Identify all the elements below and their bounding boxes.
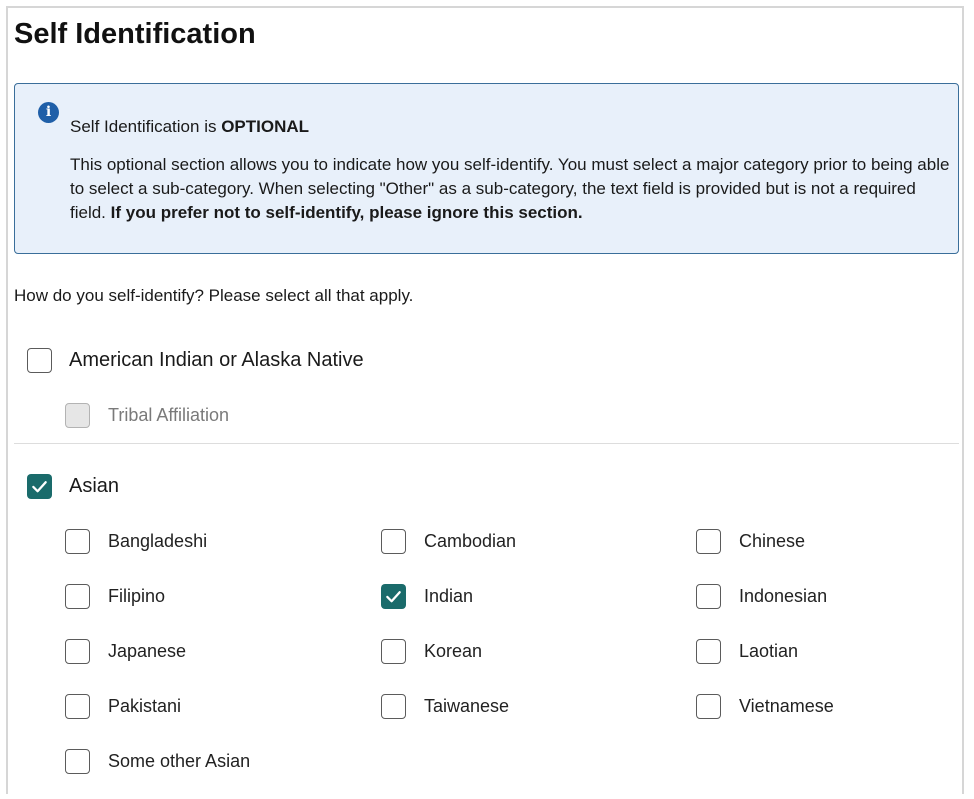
label-some-other-asian: Some other Asian [108, 751, 251, 771]
info-heading-emphasis: OPTIONAL [221, 117, 310, 136]
page-title: Self Identification [14, 18, 256, 50]
label-bangladeshi: Bangladeshi [108, 531, 208, 551]
label-american-indian-alaska-native: American Indian or Alaska Native [69, 349, 364, 371]
label-asian: Asian [69, 475, 120, 497]
checkbox-japanese[interactable] [65, 639, 90, 664]
checkbox-tribal-affiliation[interactable] [65, 403, 90, 428]
label-japanese: Japanese [108, 641, 187, 661]
checkbox-asian[interactable] [27, 474, 52, 499]
checkbox-bangladeshi[interactable] [65, 529, 90, 554]
checkbox-laotian[interactable] [696, 639, 721, 664]
info-heading-text: Self Identification is [70, 117, 222, 136]
checkmark-icon [32, 481, 47, 493]
checkbox-pakistani[interactable] [65, 694, 90, 719]
checkbox-indian[interactable] [381, 584, 406, 609]
label-indonesian: Indonesian [739, 586, 828, 606]
category-divider [14, 443, 959, 444]
info-heading: Self Identification is OPTIONAL [70, 117, 309, 137]
checkbox-american-indian-alaska-native[interactable] [27, 348, 52, 373]
checkbox-some-other-asian[interactable] [65, 749, 90, 774]
checkbox-cambodian[interactable] [381, 529, 406, 554]
label-laotian: Laotian [739, 641, 799, 661]
info-icon: i [38, 102, 59, 123]
checkbox-filipino[interactable] [65, 584, 90, 609]
label-pakistani: Pakistani [108, 696, 182, 716]
checkbox-vietnamese[interactable] [696, 694, 721, 719]
checkmark-icon [386, 591, 401, 603]
label-vietnamese: Vietnamese [739, 696, 834, 716]
label-chinese: Chinese [739, 531, 806, 551]
label-korean: Korean [424, 641, 483, 661]
label-taiwanese: Taiwanese [424, 696, 510, 716]
info-banner: i Self Identification is OPTIONAL This o… [14, 83, 959, 254]
label-filipino: Filipino [108, 586, 166, 606]
question-prompt: How do you self-identify? Please select … [14, 286, 414, 305]
label-indian: Indian [424, 586, 474, 606]
checkbox-taiwanese[interactable] [381, 694, 406, 719]
label-cambodian: Cambodian [424, 531, 517, 551]
info-body-emphasis: If you prefer not to self-identify, plea… [110, 203, 583, 222]
label-tribal-affiliation: Tribal Affiliation [108, 405, 230, 425]
checkbox-korean[interactable] [381, 639, 406, 664]
checkbox-chinese[interactable] [696, 529, 721, 554]
info-body: This optional section allows you to indi… [70, 153, 950, 225]
checkbox-indonesian[interactable] [696, 584, 721, 609]
